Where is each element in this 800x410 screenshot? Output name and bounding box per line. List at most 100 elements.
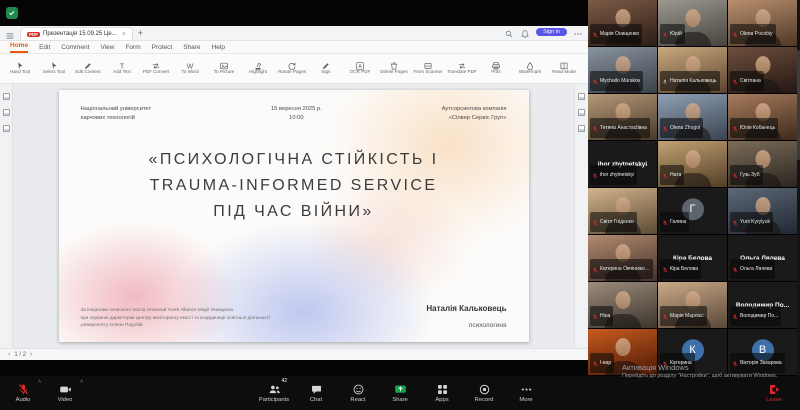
select-tool-tool[interactable]: Select Tool [37, 58, 71, 80]
more-button[interactable]: More [506, 376, 546, 410]
to-picture-tool[interactable]: To Picture [207, 58, 241, 80]
participant-tile[interactable]: Ольга ЛялеваОльга Лялева [728, 235, 797, 281]
participant-name: Володимир По... [740, 313, 778, 319]
close-tab-icon[interactable]: × [122, 31, 126, 38]
new-tab-button[interactable]: + [138, 29, 143, 38]
zoom-meeting-window: PDF Презентація 15.09.25 Це... × + Sign … [0, 0, 800, 410]
sign-tool[interactable]: Sign [309, 58, 343, 80]
participant-name: Юрій [670, 31, 682, 37]
participant-tile[interactable]: ГГалина [658, 188, 727, 234]
ribbon-tab-view[interactable]: View [100, 44, 114, 53]
ribbon-tab-home[interactable]: Home [10, 42, 28, 53]
edit-panel-icon[interactable] [578, 109, 585, 116]
edit-content-tool[interactable]: Edit Content [71, 58, 105, 80]
video-button[interactable]: Video˄ [45, 376, 85, 410]
mic-muted-icon [732, 307, 738, 325]
participant-nametag: Olena Pocobiy [730, 24, 776, 44]
participant-tile[interactable]: Юлія Кобанець [728, 94, 797, 140]
participant-nametag: Галина [660, 212, 689, 232]
participant-nametag: Наталія Кальковець [660, 71, 720, 91]
text-icon: T [117, 58, 127, 68]
share-button[interactable]: Share [380, 376, 420, 410]
search-icon[interactable] [504, 26, 514, 36]
chat-button[interactable]: Chat [296, 376, 336, 410]
participant-tile[interactable]: Ната [658, 141, 727, 187]
participant-tile[interactable]: Катерина Овчіннікова [588, 235, 657, 281]
ribbon-tab-form[interactable]: Form [125, 44, 140, 53]
add-text-tool[interactable]: TAdd Text [105, 58, 139, 80]
mic-muted-icon [662, 307, 668, 325]
control-bar-center: Participants42ChatReactShareAppsRecordMo… [254, 376, 546, 410]
participant-tile[interactable]: Кіра БеловаКіра Белова [658, 235, 727, 281]
leave-label: Leave [766, 397, 782, 403]
slide-university-text: Національний університет харчових технол… [81, 105, 152, 123]
participants-button[interactable]: Participants42 [254, 376, 294, 410]
pdf-convert-tool[interactable]: PDF Convert [139, 58, 173, 80]
bookmarks-panel-icon[interactable] [3, 93, 10, 100]
participant-name: Світл Гніденко [600, 219, 634, 225]
participant-name: Наталія Кальковець [670, 78, 717, 84]
participant-nametag: Катерина Овчіннікова [590, 259, 653, 279]
participant-nametag: І-вар [590, 353, 614, 373]
hand-tool-tool[interactable]: Hand Tool [3, 58, 37, 80]
participant-tile[interactable]: Olena Zhogot [658, 94, 727, 140]
slide-company-text: Аутсорсингова компанія «Сілвер Сервіс Гр… [442, 105, 507, 123]
participant-tile[interactable]: Ніна [588, 282, 657, 328]
previous-page-icon[interactable]: ‹ [8, 351, 10, 358]
participant-name: Yurii Kyrylyuk [740, 219, 770, 225]
thumbnails-panel-icon[interactable] [3, 109, 10, 116]
document-tab[interactable]: PDF Презентація 15.09.25 Це... × [20, 27, 133, 40]
meeting-security-shield-icon[interactable] [6, 7, 18, 19]
audio-options-chevron-icon[interactable]: ˄ [38, 379, 41, 385]
comments-panel-icon[interactable] [578, 93, 585, 100]
video-options-chevron-icon[interactable]: ˄ [80, 379, 83, 385]
react-button[interactable]: React [338, 376, 378, 410]
next-page-icon[interactable]: › [30, 351, 32, 358]
apps-button[interactable]: Apps [422, 376, 462, 410]
watermark-tool[interactable]: Watermark [513, 58, 547, 80]
fields-panel-icon[interactable] [578, 125, 585, 132]
participant-nametag: Ната [660, 165, 684, 185]
participant-tile[interactable]: Тетяна Анастасіївна [588, 94, 657, 140]
rotate-pages-tool[interactable]: Rotate Pages [275, 58, 309, 80]
from-scanner-tool[interactable]: From Scanner [411, 58, 445, 80]
participant-tile[interactable]: ihor zhytnetskyiihor zhytnetskyi [588, 141, 657, 187]
ribbon-tab-help[interactable]: Help [212, 44, 225, 53]
ribbon-tab-protect[interactable]: Protect [152, 44, 173, 53]
participant-tile[interactable]: Гузь Зуб [728, 141, 797, 187]
translate-pdf-tool[interactable]: Translate PDF [445, 58, 479, 80]
sign-in-button[interactable]: Sign in [536, 28, 567, 36]
ribbon-tab-edit[interactable]: Edit [39, 44, 50, 53]
participant-tile[interactable]: Наталія Кальковець [658, 47, 727, 93]
participant-tile[interactable]: Юрій [658, 0, 727, 46]
attachments-panel-icon[interactable] [3, 125, 10, 132]
mic-muted-icon [592, 119, 598, 137]
record-button[interactable]: Record [464, 376, 504, 410]
participant-name: Галина [670, 219, 686, 225]
meeting-control-bar: Audio˄Video˄ Participants42ChatReactShar… [0, 376, 800, 410]
audio-button[interactable]: Audio˄ [3, 376, 43, 410]
more-options-icon[interactable] [573, 26, 583, 36]
title-bar-right: Sign in [504, 26, 583, 40]
participant-tile[interactable]: Світл Гніденко [588, 188, 657, 234]
leave-button[interactable]: Leave [754, 376, 794, 410]
to-word-tool[interactable]: WTo Word [173, 58, 207, 80]
ribbon-tab-comment[interactable]: Comment [61, 44, 89, 53]
ribbon-tab-share[interactable]: Share [183, 44, 200, 53]
participant-tile[interactable]: Марія Онищенко [588, 0, 657, 46]
app-menu-icon[interactable] [5, 28, 15, 38]
video-icon [59, 383, 72, 396]
notifications-bell-icon[interactable] [520, 26, 530, 36]
participant-tile[interactable]: Olena Pocobiy [728, 0, 797, 46]
read-mode-tool[interactable]: Read Mode [547, 58, 581, 80]
participant-tile[interactable]: Mychailo Marakov [588, 47, 657, 93]
participant-tile[interactable]: Світлана [728, 47, 797, 93]
participant-tile[interactable]: Yurii Kyrylyuk [728, 188, 797, 234]
delete-pages-tool[interactable]: Delete Pages [377, 58, 411, 80]
ocr-pdf-tool[interactable]: AOCR PDF [343, 58, 377, 80]
participant-tile[interactable]: Марія Марлієс [658, 282, 727, 328]
participant-tile[interactable]: Володимир По...Володимир По... [728, 282, 797, 328]
print-tool[interactable]: Print [479, 58, 513, 80]
tool-label: Add Text [106, 69, 139, 80]
highlight-tool[interactable]: Highlight [241, 58, 275, 80]
